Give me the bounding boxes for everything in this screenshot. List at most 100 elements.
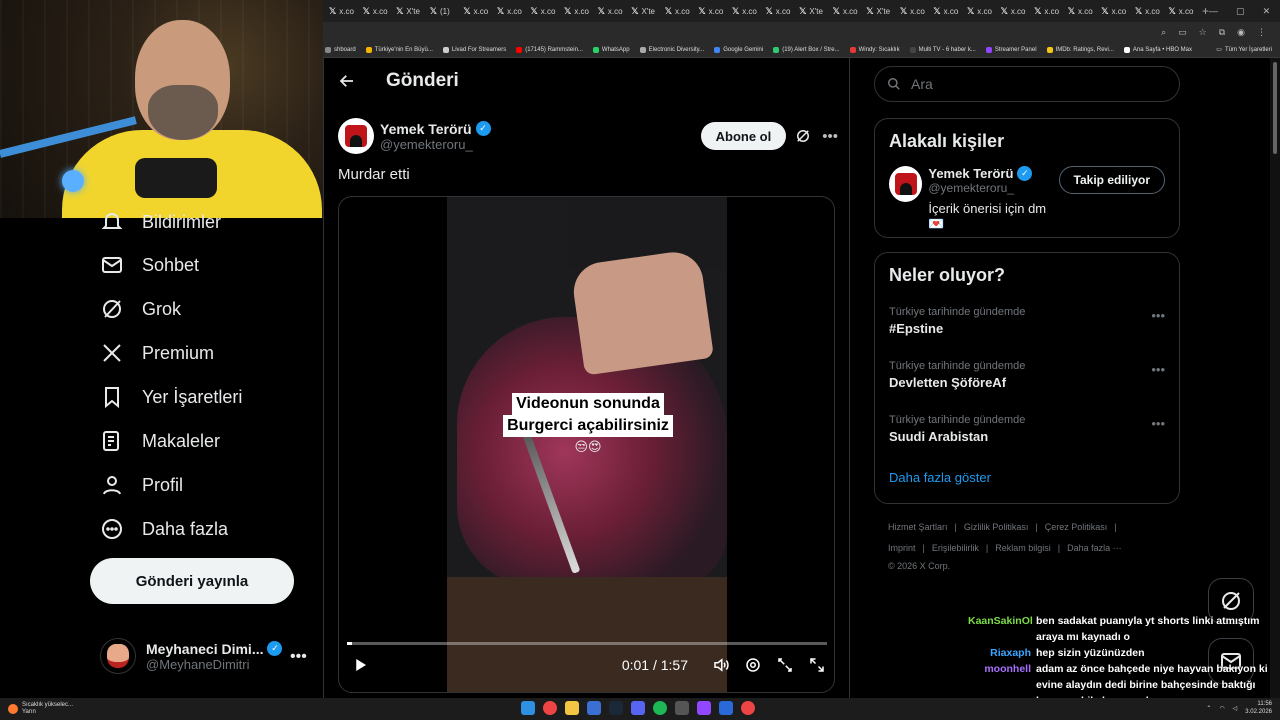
browser-tab[interactable]: 𝕏 X'te xyxy=(625,2,658,20)
browser-tab[interactable]: 𝕏x.co xyxy=(827,2,860,20)
account-switcher[interactable]: Meyhaneci Dimi... ✓ @MeyhaneDimitri xyxy=(100,638,283,674)
bookmark-item[interactable]: (19) Alert Box / Stre... xyxy=(773,46,840,53)
browser-tab[interactable]: 𝕏x.co xyxy=(1162,2,1195,20)
show-more-link[interactable]: Daha fazla göster xyxy=(875,462,1179,499)
steam-icon[interactable] xyxy=(609,701,623,715)
trend-item[interactable]: Türkiye tarihinde gündemde Devletten Şöf… xyxy=(875,354,1179,408)
bookmark-item[interactable]: Multi TV - 6 haber k... xyxy=(909,46,976,53)
spotify-icon[interactable] xyxy=(653,701,667,715)
minimize-icon[interactable]: — xyxy=(1209,6,1218,17)
page-scrollbar[interactable] xyxy=(1270,58,1280,698)
tray-chevron-icon[interactable]: ⌃ xyxy=(1206,705,1211,712)
nav-item-more[interactable]: Daha fazla xyxy=(100,517,228,541)
app-icon[interactable] xyxy=(719,701,733,715)
obs-icon[interactable] xyxy=(697,701,711,715)
nav-item-premium[interactable]: Premium xyxy=(100,341,214,365)
pip-icon[interactable] xyxy=(776,656,794,674)
browser-tab[interactable]: 𝕏x.co xyxy=(995,2,1028,20)
settings-icon[interactable] xyxy=(744,656,762,674)
video-progress-bar[interactable] xyxy=(347,642,827,645)
start-icon[interactable] xyxy=(521,701,535,715)
post-button[interactable]: Gönderi yayınla xyxy=(90,558,294,604)
cast-icon[interactable]: ▭ xyxy=(1178,27,1187,38)
grok-icon[interactable] xyxy=(794,127,812,145)
trend-more-icon[interactable]: ••• xyxy=(1151,308,1165,323)
following-button[interactable]: Takip ediliyor xyxy=(1058,166,1165,194)
bookmark-item[interactable]: Windy: Sıcaklık xyxy=(849,46,900,53)
browser-tab[interactable]: 𝕏x.co xyxy=(659,2,692,20)
browser-tab[interactable]: 𝕏 X'te xyxy=(860,2,893,20)
back-arrow-icon[interactable] xyxy=(338,72,356,90)
browser-tab[interactable]: 𝕏 X'te xyxy=(390,2,423,20)
browser-tab[interactable]: 𝕏x.co xyxy=(457,2,490,20)
close-icon[interactable]: ✕ xyxy=(1263,6,1271,17)
author-name[interactable]: Yemek Terörü xyxy=(380,121,472,137)
bookmark-item[interactable]: shboard xyxy=(325,46,356,53)
related-handle[interactable]: @yemekteroru_ xyxy=(928,181,1052,195)
extensions-icon[interactable]: ⧉ xyxy=(1219,27,1225,38)
bookmark-item[interactable]: Google Gemini xyxy=(714,46,763,53)
nav-item-notifications[interactable]: Bildirimler xyxy=(100,210,221,234)
nav-item-profile[interactable]: Profil xyxy=(100,473,183,497)
bookmark-item[interactable]: WhatsApp xyxy=(592,46,630,53)
bookmark-item[interactable]: Livad For Streamers xyxy=(442,46,506,53)
browser-tab[interactable]: 𝕏x.co xyxy=(524,2,557,20)
related-avatar[interactable] xyxy=(889,166,923,202)
browser-tab[interactable]: 𝕏x.co xyxy=(357,2,390,20)
fullscreen-icon[interactable] xyxy=(808,656,826,674)
app-icon[interactable] xyxy=(587,701,601,715)
author-handle[interactable]: @yemekteroru_ xyxy=(380,137,491,152)
browser-tab[interactable]: 𝕏x.co xyxy=(894,2,927,20)
browser-tab[interactable]: 𝕏x.co xyxy=(760,2,793,20)
nav-item-articles[interactable]: Makaleler xyxy=(100,429,220,453)
browser-tab[interactable]: 𝕏x.co xyxy=(692,2,725,20)
wifi-icon[interactable]: ◠ xyxy=(1219,705,1224,712)
maximize-icon[interactable]: ▢ xyxy=(1236,6,1245,17)
bookmark-item[interactable]: IMDb: Ratings, Revi... xyxy=(1046,46,1114,53)
volume-icon[interactable] xyxy=(712,656,730,674)
chrome-icon[interactable] xyxy=(543,701,557,715)
play-icon[interactable] xyxy=(351,656,369,674)
browser-tab[interactable]: 𝕏x.co xyxy=(491,2,524,20)
profile-icon[interactable]: ◉ xyxy=(1237,27,1245,38)
browser-tab[interactable]: 𝕏 X'te xyxy=(793,2,826,20)
bookmark-item[interactable]: Türkiye'nin En Büyü... xyxy=(365,46,433,53)
trend-more-icon[interactable]: ••• xyxy=(1151,416,1165,431)
zoom-icon[interactable]: ⌕ xyxy=(1161,27,1166,38)
trend-item[interactable]: Türkiye tarihinde gündemde Suudi Arabist… xyxy=(875,408,1179,462)
chrome-icon[interactable] xyxy=(741,701,755,715)
all-bookmarks[interactable]: ▭ Tüm Yer İşaretleri xyxy=(1216,46,1280,54)
author-avatar[interactable] xyxy=(338,118,374,154)
bookmark-item[interactable]: (17145) Rammstein... xyxy=(516,46,583,53)
bookmark-item[interactable]: Ana Sayfa • HBO Max xyxy=(1123,46,1192,53)
subscribe-button[interactable]: Abone ol xyxy=(700,122,787,150)
nav-item-chat[interactable]: Sohbet xyxy=(100,253,199,277)
browser-tab[interactable]: 𝕏x.co xyxy=(927,2,960,20)
video-player[interactable]: Videonun sonunda Burgerci açabilirsiniz … xyxy=(338,196,835,693)
post-more-icon[interactable]: ••• xyxy=(822,128,838,145)
trend-more-icon[interactable]: ••• xyxy=(1151,362,1165,377)
menu-icon[interactable]: ⋮ xyxy=(1257,27,1266,38)
browser-tab[interactable]: 𝕏x.co xyxy=(726,2,759,20)
bookmark-item[interactable]: Streamer Panel xyxy=(985,46,1037,53)
trend-item[interactable]: Türkiye tarihinde gündemde #Epstine ••• xyxy=(875,300,1179,354)
account-more-icon[interactable]: ••• xyxy=(290,648,307,666)
nav-item-bookmarks[interactable]: Yer İşaretleri xyxy=(100,385,242,409)
new-tab-button[interactable]: + xyxy=(1202,4,1209,18)
browser-tab[interactable]: 𝕏x.co xyxy=(1129,2,1162,20)
app-icon[interactable] xyxy=(675,701,689,715)
browser-tab[interactable]: 𝕏x.co xyxy=(323,2,356,20)
speaker-icon[interactable]: ◁ xyxy=(1233,705,1238,712)
related-name[interactable]: Yemek Terörü xyxy=(928,166,1013,181)
browser-tab[interactable]: 𝕏x.co xyxy=(1095,2,1128,20)
bookmark-item[interactable]: Electronic Diversity... xyxy=(639,46,704,53)
explorer-icon[interactable] xyxy=(565,701,579,715)
nav-item-grok[interactable]: Grok xyxy=(100,297,181,321)
browser-tab[interactable]: 𝕏 (1) xyxy=(424,2,457,20)
browser-tab[interactable]: 𝕏x.co xyxy=(961,2,994,20)
browser-tab[interactable]: 𝕏x.co xyxy=(1062,2,1095,20)
weather-widget[interactable]: Sıcaklık yükselec... Yarın xyxy=(0,702,73,716)
search-input[interactable]: Ara xyxy=(874,66,1180,102)
clock[interactable]: 11:56 3.02.2026 xyxy=(1245,700,1272,716)
browser-tab[interactable]: 𝕏x.co xyxy=(592,2,625,20)
